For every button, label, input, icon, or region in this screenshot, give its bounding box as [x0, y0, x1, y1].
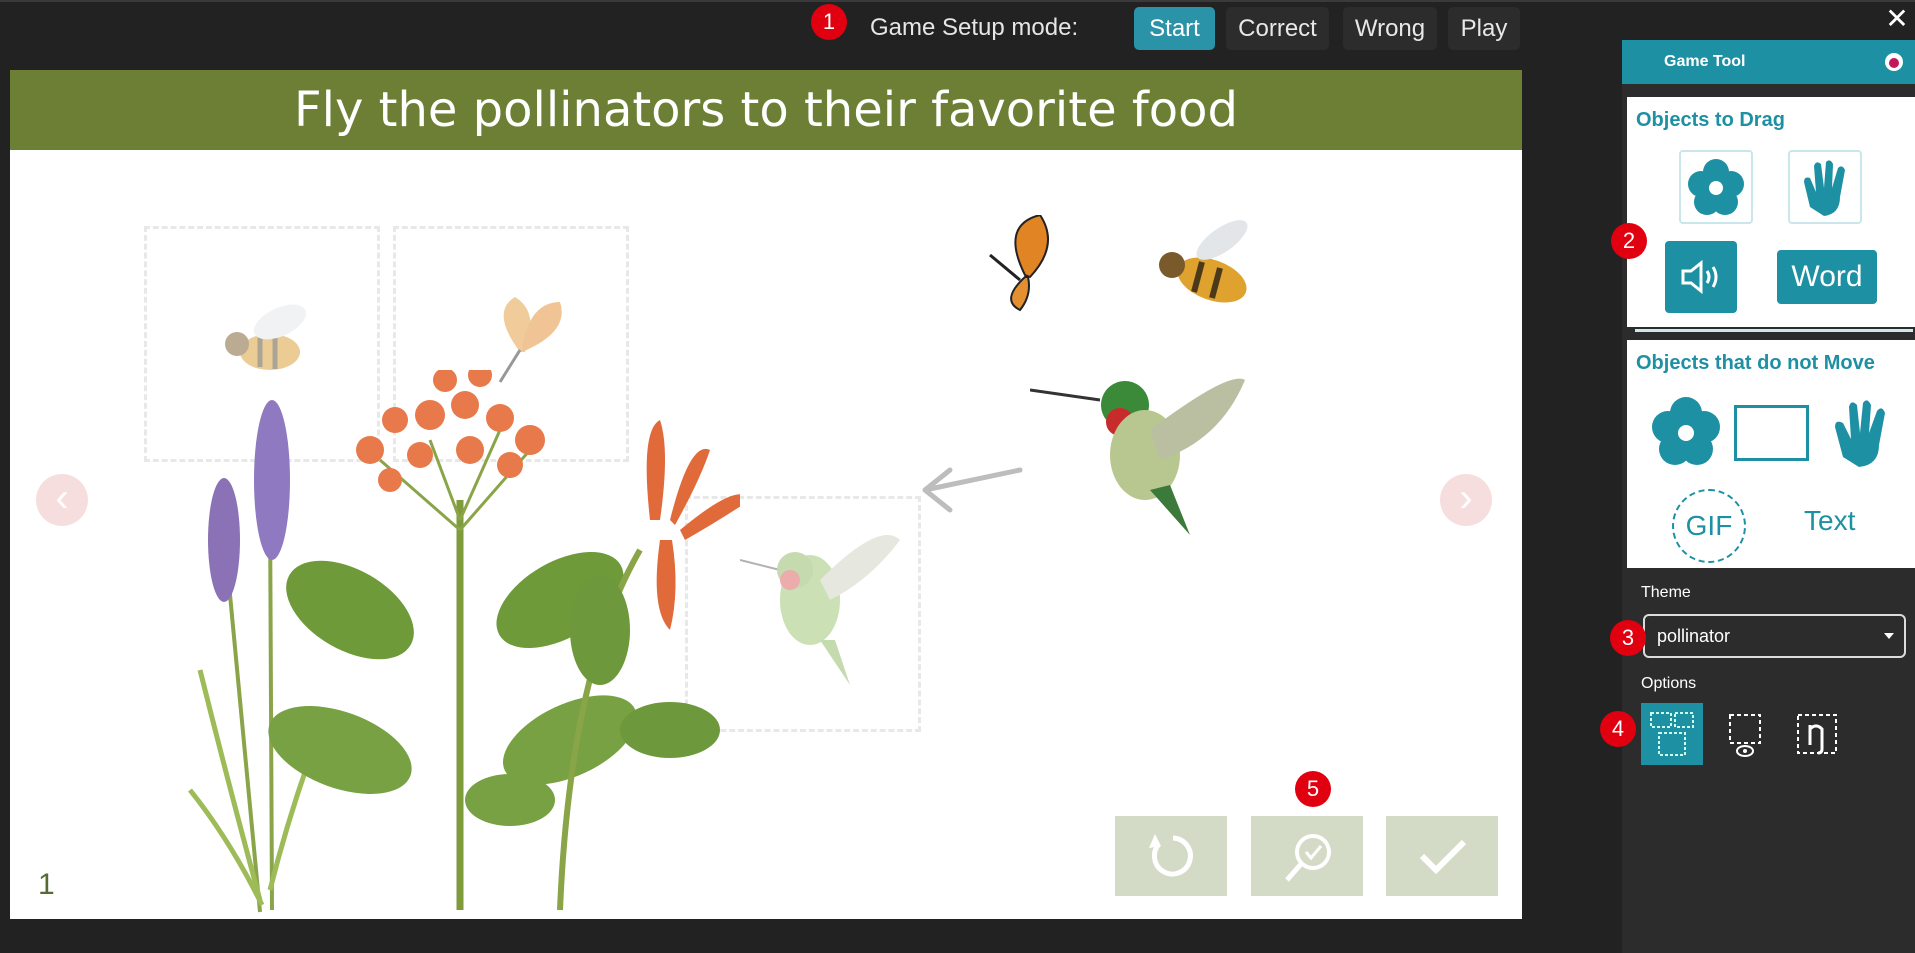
close-icon[interactable]: ✕ [1882, 4, 1912, 34]
mode-label: Game Setup mode: [870, 14, 1079, 41]
mode-start-button[interactable]: Start [1134, 7, 1215, 50]
panel-logo-icon [1885, 53, 1903, 71]
option-snap-grid[interactable] [1641, 703, 1703, 765]
text-zone-icon [1797, 714, 1837, 755]
step-badge-3: 3 [1610, 620, 1646, 656]
grid-layout-icon [1650, 712, 1694, 756]
next-page-icon[interactable]: › [1440, 474, 1492, 526]
drag-image-tile[interactable] [1679, 150, 1753, 224]
static-text-tile[interactable]: Text [1804, 505, 1855, 537]
static-section-title: Objects that do not Move [1636, 352, 1875, 374]
panel-title: Game Tool [1664, 53, 1746, 70]
static-image-tile[interactable] [1646, 393, 1726, 473]
hand-icon [1804, 160, 1845, 216]
checkmark-icon [1419, 839, 1467, 875]
flowers-illustration [188, 370, 740, 913]
page-title: Fly the pollinators to their favorite fo… [294, 82, 1238, 138]
title-bar: Fly the pollinators to their favorite fo… [10, 70, 1522, 150]
butterfly-faded [498, 297, 562, 383]
mode-play-button[interactable]: Play [1448, 7, 1520, 50]
app-window: 1 Game Setup mode: Start Correct Wrong P… [0, 0, 1915, 953]
section-divider [1635, 329, 1913, 332]
bee-faded [225, 304, 307, 370]
hand-icon [1835, 400, 1885, 467]
static-gif-tile[interactable]: GIF [1672, 489, 1746, 563]
butterfly-draggable[interactable] [970, 215, 1080, 315]
page-number: 1 [38, 868, 55, 901]
check-answer-button[interactable] [1251, 816, 1363, 896]
hummingbird-faded [740, 535, 900, 685]
reset-button[interactable] [1115, 816, 1227, 896]
check-answer-icon [1285, 834, 1331, 882]
mode-wrong-button[interactable]: Wrong [1343, 7, 1437, 50]
step-badge-2: 2 [1611, 223, 1647, 259]
prev-page-icon[interactable]: ‹ [36, 474, 88, 526]
theme-select[interactable]: pollinator [1643, 614, 1906, 658]
reset-icon [1149, 834, 1193, 877]
flower-icon [1652, 397, 1720, 465]
drag-audio-tile[interactable] [1665, 241, 1737, 313]
hummingbird-draggable[interactable] [1030, 360, 1270, 540]
bee-draggable[interactable] [1142, 210, 1262, 320]
top-border [0, 0, 1915, 2]
chevron-down-icon [1884, 633, 1894, 639]
drag-section-title: Objects to Drag [1636, 109, 1785, 131]
drag-word-button[interactable]: Word [1777, 250, 1877, 304]
theme-value: pollinator [1657, 626, 1731, 646]
step-badge-5: 5 [1295, 771, 1331, 807]
arrow-icon [922, 467, 1023, 513]
speaker-icon [1681, 259, 1718, 295]
step-badge-1: 1 [811, 4, 847, 40]
option-text-zone[interactable] [1786, 703, 1848, 765]
drag-gesture-tile[interactable] [1788, 150, 1862, 224]
option-show-zones[interactable] [1714, 703, 1776, 765]
static-shape-tile[interactable] [1734, 405, 1809, 461]
theme-label: Theme [1641, 584, 1691, 601]
flower-icon [1688, 159, 1744, 215]
options-label: Options [1641, 675, 1697, 692]
panel-header: Game Tool [1622, 40, 1915, 84]
static-gesture-tile[interactable] [1821, 393, 1901, 473]
zone-visibility-icon [1729, 714, 1761, 757]
submit-button[interactable] [1386, 816, 1498, 896]
mode-correct-button[interactable]: Correct [1226, 7, 1329, 50]
step-badge-4: 4 [1600, 711, 1636, 747]
